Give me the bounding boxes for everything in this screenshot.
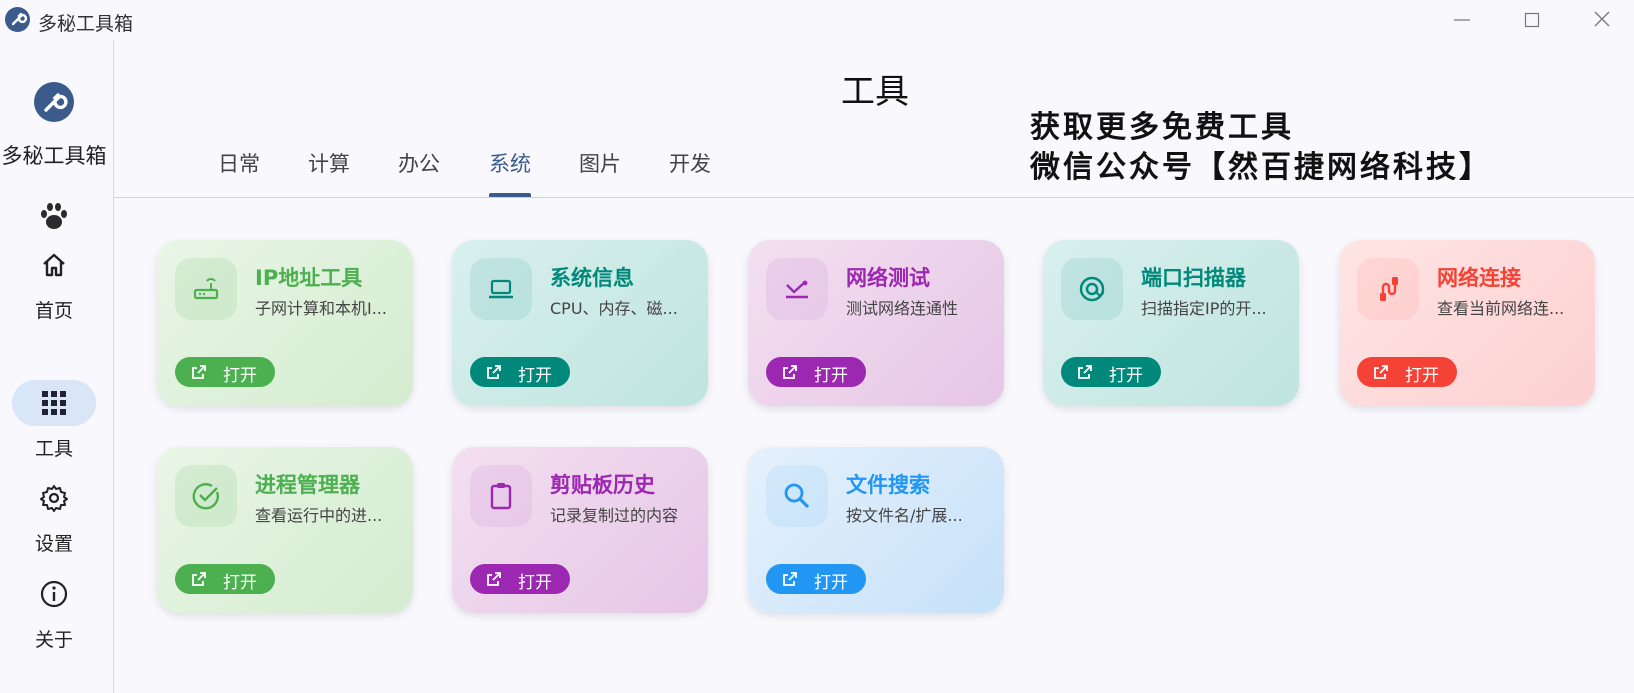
tab-calc[interactable]: 计算 xyxy=(308,148,350,200)
open-button-label: 打开 xyxy=(1405,366,1439,386)
card-title: 进程管理器 xyxy=(255,473,360,497)
open-button[interactable]: 打开 xyxy=(1061,357,1161,387)
open-button[interactable]: 打开 xyxy=(470,357,570,387)
open-external-icon xyxy=(487,572,501,586)
card-description: 查看运行中的进... xyxy=(255,506,383,525)
app-logo-icon xyxy=(5,7,30,32)
sidebar-item-label: 首页 xyxy=(34,300,73,322)
search-icon xyxy=(766,465,828,527)
open-external-icon xyxy=(1374,365,1388,379)
card-title: IP地址工具 xyxy=(255,266,363,290)
sidebar-item-label: 关于 xyxy=(34,629,73,651)
promo-line: 微信公众号【然百捷网络科技】 xyxy=(1030,150,1492,185)
card-title: 文件搜索 xyxy=(846,473,930,497)
tool-card-portscan[interactable]: 端口扫描器 扫描指定IP的开... 打开 xyxy=(1043,240,1299,406)
card-description: 扫描指定IP的开... xyxy=(1141,299,1267,318)
open-button-label: 打开 xyxy=(518,573,552,593)
open-external-icon xyxy=(487,365,501,379)
sidebar-item-home[interactable]: 首页 xyxy=(0,250,108,330)
open-button-label: 打开 xyxy=(814,573,848,593)
paw-icon[interactable] xyxy=(38,200,70,232)
tool-card-ip[interactable]: IP地址工具 子网计算和本机I... 打开 xyxy=(157,240,413,406)
card-description: 按文件名/扩展... xyxy=(846,506,963,525)
app-logo-icon xyxy=(34,82,74,122)
clipboard-icon xyxy=(470,465,532,527)
tab-dev[interactable]: 开发 xyxy=(669,148,711,200)
gear-icon xyxy=(39,483,69,513)
laptop-icon xyxy=(470,258,532,320)
tool-card-sysinfo[interactable]: 系统信息 CPU、内存、磁... 打开 xyxy=(452,240,708,406)
card-description: 子网计算和本机I... xyxy=(255,299,387,318)
card-title: 剪贴板历史 xyxy=(550,473,655,497)
sidebar-item-label: 设置 xyxy=(34,533,73,555)
tool-card-nettest[interactable]: 网络测试 测试网络连通性 打开 xyxy=(748,240,1004,406)
tool-card-filesearch[interactable]: 文件搜索 按文件名/扩展... 打开 xyxy=(748,447,1004,613)
open-button[interactable]: 打开 xyxy=(766,357,866,387)
open-button-label: 打开 xyxy=(1109,366,1143,386)
card-title: 网络测试 xyxy=(846,266,930,290)
home-icon xyxy=(39,250,69,280)
tool-card-clipboard[interactable]: 剪贴板历史 记录复制过的内容 打开 xyxy=(452,447,708,613)
tab-office[interactable]: 办公 xyxy=(398,148,440,200)
open-button[interactable]: 打开 xyxy=(470,564,570,594)
title-bar: 多秘工具箱 xyxy=(0,0,1634,40)
card-description: 测试网络连通性 xyxy=(846,299,959,318)
sidebar-item-label: 工具 xyxy=(34,438,73,460)
card-description: CPU、内存、磁... xyxy=(550,299,678,318)
open-external-icon xyxy=(783,572,797,586)
open-button[interactable]: 打开 xyxy=(1357,357,1457,387)
tab-daily[interactable]: 日常 xyxy=(218,148,260,200)
card-description: 记录复制过的内容 xyxy=(550,506,679,525)
open-external-icon xyxy=(1078,365,1092,379)
sidebar-item-tools[interactable]: 工具 xyxy=(0,340,108,460)
open-button[interactable]: 打开 xyxy=(175,357,275,387)
sidebar-item-about[interactable]: 关于 xyxy=(0,579,108,659)
cable-icon xyxy=(1357,258,1419,320)
open-external-icon xyxy=(192,365,206,379)
open-button[interactable]: 打开 xyxy=(175,564,275,594)
tab-image[interactable]: 图片 xyxy=(579,148,621,200)
window-title: 多秘工具箱 xyxy=(38,13,134,35)
tool-card-netconn[interactable]: 网络连接 查看当前网络连... 打开 xyxy=(1339,240,1595,406)
promo-line: 获取更多免费工具 xyxy=(1030,110,1294,145)
open-button-label: 打开 xyxy=(814,366,848,386)
close-button[interactable] xyxy=(1588,8,1616,32)
open-button-label: 打开 xyxy=(223,366,257,386)
open-external-icon xyxy=(192,572,206,586)
card-title: 端口扫描器 xyxy=(1141,266,1246,290)
sidebar-item-settings[interactable]: 设置 xyxy=(0,483,108,563)
router-icon xyxy=(175,258,237,320)
card-description: 查看当前网络连... xyxy=(1437,299,1565,318)
card-title: 系统信息 xyxy=(550,266,634,290)
card-title: 网络连接 xyxy=(1437,266,1521,290)
page-title: 工具 xyxy=(841,72,909,112)
maximize-button[interactable] xyxy=(1518,8,1546,32)
open-button[interactable]: 打开 xyxy=(766,564,866,594)
check-circle-icon xyxy=(175,465,237,527)
sidebar-app-name: 多秘工具箱 xyxy=(1,144,107,168)
network-check-icon xyxy=(766,258,828,320)
open-button-label: 打开 xyxy=(518,366,552,386)
tool-card-process[interactable]: 进程管理器 查看运行中的进... 打开 xyxy=(157,447,413,613)
promo-text: 获取更多免费工具 微信公众号【然百捷网络科技】 xyxy=(1030,108,1492,188)
open-external-icon xyxy=(783,365,797,379)
tabs-divider xyxy=(114,197,1634,198)
minimize-button[interactable] xyxy=(1448,8,1476,32)
at-sign-icon xyxy=(1061,258,1123,320)
info-icon xyxy=(39,579,69,609)
grid-icon xyxy=(39,388,69,418)
open-button-label: 打开 xyxy=(223,573,257,593)
